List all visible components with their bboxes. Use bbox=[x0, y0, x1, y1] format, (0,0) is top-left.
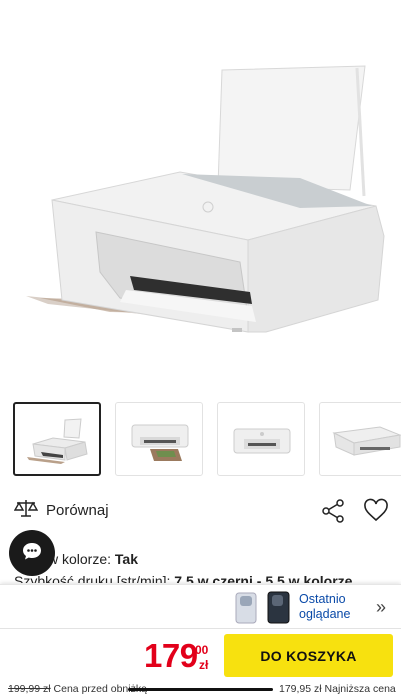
price: 179 00 zł bbox=[144, 637, 208, 675]
heart-icon[interactable] bbox=[363, 498, 389, 524]
compare-button[interactable]: Porównaj bbox=[13, 498, 109, 523]
scale-icon bbox=[13, 498, 39, 523]
buy-bar: 179 00 zł DO KOSZYKA bbox=[0, 628, 401, 683]
chat-button[interactable] bbox=[9, 530, 55, 576]
price-decimal: 00 bbox=[195, 643, 209, 657]
chat-bubble-icon bbox=[21, 540, 43, 567]
home-indicator[interactable] bbox=[128, 688, 273, 691]
add-to-cart-button[interactable]: DO KOSZYKA bbox=[224, 634, 393, 677]
thumbnail-strip bbox=[0, 402, 401, 478]
price-currency: zł bbox=[199, 658, 209, 672]
compare-label: Porównaj bbox=[46, 502, 109, 519]
previous-price-value: 199,99 zł bbox=[8, 683, 51, 695]
thumbnail-1[interactable] bbox=[13, 402, 101, 476]
previous-price: 199,99 zł Cena przed obniżką bbox=[8, 683, 147, 695]
spec-color-value: Tak bbox=[114, 551, 139, 567]
thumbnail-2[interactable] bbox=[115, 402, 203, 476]
spec-speed-value: 7,5 w czerni - 5,5 w kolorze bbox=[174, 573, 353, 583]
recent-products-thumbnail bbox=[232, 589, 294, 625]
recently-viewed-bar[interactable]: Ostatnio oglądane » bbox=[0, 584, 401, 629]
product-actions: Porównaj bbox=[0, 492, 401, 528]
thumbnail-3[interactable] bbox=[217, 402, 305, 476]
thumbnail-4[interactable] bbox=[319, 402, 401, 476]
spec-color-label: w kolorze: bbox=[48, 551, 112, 567]
spec-print-speed: Szybkość druku [str/min]: 7,5 w czerni -… bbox=[14, 573, 352, 583]
price-integer: 179 bbox=[144, 637, 198, 674]
double-chevron-right-icon[interactable]: » bbox=[376, 597, 386, 618]
share-icon[interactable] bbox=[320, 498, 346, 524]
recently-viewed-label: Ostatnio oglądane bbox=[299, 592, 351, 621]
lowest-price: 179,95 zł Najniższa cena bbox=[279, 683, 396, 695]
price-history-footer: 199,99 zł Cena przed obniżką 179,95 zł N… bbox=[0, 682, 401, 699]
product-main-image[interactable] bbox=[0, 0, 401, 395]
lowest-price-value: 179,95 zł bbox=[279, 683, 322, 695]
lowest-price-label: Najniższa cena bbox=[324, 683, 396, 695]
